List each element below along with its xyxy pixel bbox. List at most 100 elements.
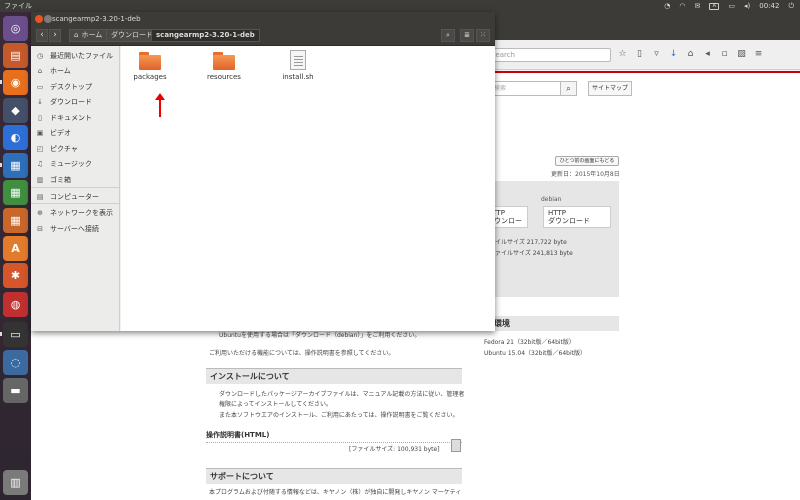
sidebar-separator [31,203,120,204]
app-store-icon[interactable]: A [3,236,28,261]
breadcrumb-home[interactable]: ⌂ ホーム [69,29,108,42]
chevron-left-icon: ‹ [40,30,44,40]
window-titlebar[interactable]: scangearmp2-3.20-1-deb [31,12,495,26]
power-icon[interactable]: ⏻ [788,0,794,12]
home-icon: ⌂ [37,66,43,75]
dash-icon[interactable]: ◎ [3,16,28,41]
sidebar-separator [31,187,120,188]
impress-icon[interactable]: ▦ [3,208,28,233]
calc-icon[interactable]: ▦ [3,180,28,205]
sidebar-item-label: ダウンロード [50,97,92,106]
grid-menu-icon: ⁙ [480,31,486,39]
sidebar-item-label: デスクトップ [50,82,92,91]
browser-search-input[interactable]: Search [487,48,611,62]
support-heading: サポートについて [206,468,462,484]
back-button[interactable]: ‹ [36,29,48,42]
download-arrow-icon[interactable]: ↓ [669,48,678,60]
files-icon[interactable]: ▤ [3,43,28,68]
breadcrumb-current[interactable]: scangearmp2-3.20-1-deb [151,29,260,42]
running-indicator [0,80,2,84]
close-icon[interactable] [35,15,43,23]
sidebar-item-label: コンピューター [50,192,99,201]
sidebar-item-label: サーバーへ接続 [50,224,99,233]
pocket-icon[interactable]: ▿ [652,48,661,60]
addon-icon[interactable]: ▨ [737,48,746,60]
mail-icon[interactable]: ✉ [695,0,701,12]
volume-icon[interactable]: ◂) [744,0,750,12]
updated-date: 更新日：2015年10月8日 [551,171,620,178]
search-icon: ⌕ [446,31,450,39]
sidebar-item[interactable]: ▤ コンピューター [31,189,120,204]
environment-heading: 環境 [482,316,619,331]
battery-icon[interactable]: ▭ [728,0,735,12]
star-icon[interactable]: ☆ [618,48,627,60]
indicator-area: ◔ ◠ ✉ A ▭ ◂) 00:42 ⏻ [664,0,794,12]
http-download-button-2[interactable]: HTTP ダウンロード [543,206,611,228]
search-icon[interactable]: ⌕ [560,81,577,96]
chat-icon[interactable]: ▫ [720,48,729,60]
firefox-icon[interactable]: ◉ [3,70,28,95]
back-link-button[interactable]: ひとつ前の画面にもどる [555,156,619,166]
sidebar-item-label: ビデオ [50,128,71,137]
sidebar-item-label: ホーム [50,66,71,75]
scan-tool-icon[interactable]: ◆ [3,98,28,123]
sidebar-item[interactable]: ⌂ ホーム [31,63,120,78]
ubuntu-one-icon[interactable]: ◔ [664,0,670,12]
workspace-icon[interactable]: ◌ [3,350,28,375]
file-name: install.sh [282,73,314,81]
sidebar-item[interactable]: ◷ 最近開いたファイル [31,48,120,63]
launcher: ◎ ▤ ◉ ◆ ◐ ▦ ▦ ▦ A ✱ ◍ ▭ ◌ ▬ ▥ [0,12,31,500]
scanner-icon[interactable]: ▬ [3,378,28,403]
sidebar-item[interactable]: ⊕ ネットワークを表示 [31,205,120,220]
sidebar-item[interactable]: ⊟ サーバーへ接続 [31,221,120,236]
running-indicator [0,163,2,167]
video-icon: ▣ [36,128,44,137]
sitemap-button[interactable]: サイトマップ [588,81,632,96]
file-item-resources[interactable]: resources [199,52,249,81]
debian-label: debian [541,196,562,203]
keyboard-icon[interactable]: A [709,2,720,10]
document-download-icon[interactable] [451,439,461,452]
software-center-icon[interactable]: ◐ [3,125,28,150]
wifi-icon[interactable]: ◠ [679,0,685,12]
writer-icon[interactable]: ▦ [3,153,28,178]
send-icon[interactable]: ◂ [703,48,712,60]
menu-button[interactable]: ⁙ [476,29,490,42]
running-indicator [0,332,2,336]
sidebar-item[interactable]: ◰ ピクチャ [31,141,120,156]
http-download-2-line2: ダウンロード [548,217,590,225]
recent-icon: ◷ [36,51,44,60]
support-text-1: 本プログラムおよび付随する情報などは、キヤノン（株）が独自に開発しキヤノン マー… [209,489,462,496]
clipboard-icon[interactable]: ▯ [635,48,644,60]
list-view-button[interactable]: ≣ [460,29,474,42]
home-icon[interactable]: ⌂ [686,48,695,60]
sidebar-item[interactable]: ▣ ビデオ [31,125,120,140]
clock[interactable]: 00:42 [759,0,779,12]
sidebar: ◷ 最近開いたファイル ⌂ ホーム ▭ デスクトップ ↓ ダウンロード ▯ ドキュメント ▣ ビデオ ◰… [31,46,120,331]
sidebar-item[interactable]: ▯ ドキュメント [31,110,120,125]
minimize-icon[interactable] [44,15,52,23]
settings-icon[interactable]: ✱ [3,263,28,288]
usage-note-2: ご利用いただける機能については、操作説明書を参照してください。 [209,350,395,357]
file-size-1: ァイルサイズ 217,722 byte [489,239,567,246]
breadcrumb-downloads-label: ダウンロード [111,31,153,39]
menu-icon[interactable]: ≡ [754,48,763,60]
update-icon[interactable]: ◍ [3,292,28,317]
sidebar-item[interactable]: ↓ ダウンロード [31,94,120,109]
sidebar-item-label: ピクチャ [50,144,78,153]
list-view-icon: ≣ [464,31,470,39]
sidebar-item-label: ネットワークを表示 [50,208,113,217]
terminal-icon[interactable]: ▭ [3,322,28,347]
file-item-packages[interactable]: packages [125,52,175,81]
home-icon: ⌂ [74,31,79,39]
trash-icon[interactable]: ▥ [3,470,28,495]
sidebar-item[interactable]: ▥ ゴミ箱 [31,172,120,187]
file-manager-toolbar: ‹ › ⌂ ホーム ダウンロード scangearmp2-3.20-1-deb … [31,26,495,46]
search-button[interactable]: ⌕ [441,29,455,42]
document-icon: ▯ [38,113,42,122]
manual-title[interactable]: 操作説明書(HTML) [206,430,462,440]
file-item-install-sh[interactable]: install.sh [273,50,323,81]
sidebar-item[interactable]: ▭ デスクトップ [31,79,120,94]
sidebar-item[interactable]: ♫ ミュージック [31,156,120,171]
forward-button[interactable]: › [49,29,61,42]
